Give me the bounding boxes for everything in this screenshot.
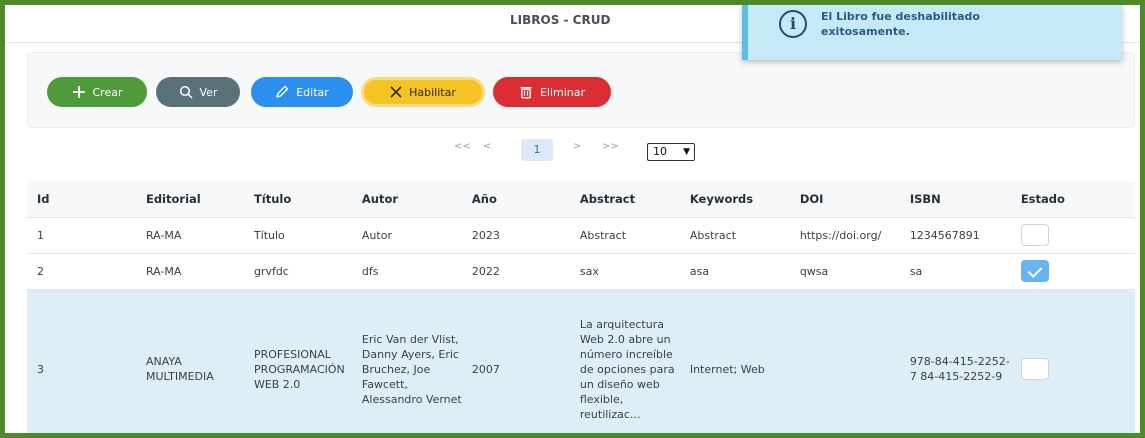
- cell-author: dfs: [351, 253, 462, 290]
- create-button-label: Crear: [92, 85, 123, 99]
- cell-id: 1: [27, 217, 136, 254]
- cell-title: Título: [243, 217, 352, 254]
- cell-id: 2: [27, 253, 136, 290]
- success-toast: i El Libro fue deshabilitado exitosament…: [742, 5, 1122, 60]
- column-header-doi[interactable]: DOI: [789, 181, 900, 218]
- chevron-down-icon: ▼: [683, 147, 690, 157]
- cell-status: [1010, 253, 1135, 290]
- cell-keywords: asa: [679, 253, 790, 290]
- cell-abstract: La arquitectura Web 2.0 abre un número i…: [569, 289, 680, 433]
- status-checkbox[interactable]: [1020, 260, 1049, 282]
- enable-button-label: Habilitar: [409, 85, 456, 99]
- edit-button[interactable]: Editar: [251, 77, 353, 107]
- page-title: LIBROS - CRUD: [510, 13, 611, 27]
- next-page-button[interactable]: >: [573, 141, 581, 152]
- view-button-label: Ver: [199, 85, 218, 99]
- page-size-select[interactable]: 10 ▼: [647, 143, 695, 161]
- cell-doi: https://doi.org/: [789, 217, 900, 254]
- column-header-abstract[interactable]: Abstract: [569, 181, 680, 218]
- plus-icon: [72, 86, 85, 98]
- cell-editorial: RA-MA: [135, 217, 244, 254]
- cell-status: [1010, 289, 1135, 433]
- cell-title: PROFESIONAL PROGRAMACIÓN WEB 2.0: [243, 289, 352, 433]
- column-header-editorial[interactable]: Editorial: [135, 181, 244, 218]
- cell-doi: [789, 289, 900, 433]
- column-header-keywords[interactable]: Keywords: [679, 181, 790, 218]
- enable-button[interactable]: Habilitar: [361, 77, 485, 107]
- column-header-id[interactable]: Id: [27, 181, 136, 218]
- cell-title: grvfdc: [243, 253, 352, 290]
- info-icon: i: [779, 10, 807, 38]
- status-checkbox[interactable]: [1020, 358, 1049, 380]
- first-page-button[interactable]: <<: [454, 141, 471, 152]
- delete-button-label: Eliminar: [539, 85, 586, 99]
- column-header-author[interactable]: Autor: [351, 181, 462, 218]
- column-header-year[interactable]: Año: [461, 181, 570, 218]
- cell-abstract: Abstract: [569, 217, 680, 254]
- cell-keywords: Abstract: [679, 217, 790, 254]
- search-icon: [179, 85, 193, 99]
- cell-doi: qwsa: [789, 253, 900, 290]
- cell-author: Eric Van der Vlist, Danny Ayers, Eric Br…: [351, 289, 462, 433]
- last-page-button[interactable]: >>: [602, 141, 619, 152]
- create-button[interactable]: Crear: [47, 77, 147, 107]
- cell-author: Autor: [351, 217, 462, 254]
- cell-editorial: ANAYA MULTIMEDIA: [135, 289, 244, 433]
- table-row[interactable]: 2 RA-MA grvfdc dfs 2022 sax asa qwsa sa: [27, 253, 1135, 290]
- table-row[interactable]: 3 ANAYA MULTIMEDIA PROFESIONAL PROGRAMAC…: [27, 289, 1135, 433]
- status-checkbox[interactable]: [1020, 224, 1049, 246]
- view-button[interactable]: Ver: [156, 77, 240, 107]
- cell-year: 2023: [461, 217, 570, 254]
- pagination: << < 1 > >> 10 ▼: [5, 139, 1140, 163]
- page-size-value: 10: [653, 145, 667, 158]
- delete-button[interactable]: Eliminar: [493, 77, 611, 107]
- cell-year: 2022: [461, 253, 570, 290]
- cell-editorial: RA-MA: [135, 253, 244, 290]
- table-header-row: Id Editorial Título Autor Año Abstract K…: [27, 181, 1135, 218]
- app-frame: LIBROS - CRUD Crear Ver Editar Habilitar…: [0, 0, 1145, 438]
- cell-status: [1010, 217, 1135, 254]
- cell-isbn: sa: [899, 253, 1011, 290]
- toast-message: El Libro fue deshabilitado exitosamente.: [821, 10, 980, 38]
- cell-year: 2007: [461, 289, 570, 433]
- cell-keywords: Internet; Web: [679, 289, 790, 433]
- cell-id: 3: [27, 289, 136, 433]
- column-header-status[interactable]: Estado: [1010, 181, 1135, 218]
- books-table: Id Editorial Título Autor Año Abstract K…: [27, 181, 1135, 433]
- trash-icon: [520, 87, 532, 99]
- column-header-title[interactable]: Título: [243, 181, 352, 218]
- current-page-button[interactable]: 1: [521, 139, 553, 161]
- column-header-isbn[interactable]: ISBN: [899, 181, 1011, 218]
- cell-isbn: 1234567891: [899, 217, 1011, 254]
- edit-button-label: Editar: [296, 85, 329, 99]
- prev-page-button[interactable]: <: [483, 141, 491, 152]
- cell-abstract: sax: [569, 253, 680, 290]
- close-icon: [390, 86, 402, 98]
- cell-isbn: 978-84-415-2252-7 84-415-2252-9: [899, 289, 1011, 433]
- table-row[interactable]: 1 RA-MA Título Autor 2023 Abstract Abstr…: [27, 217, 1135, 254]
- pencil-icon: [276, 85, 289, 98]
